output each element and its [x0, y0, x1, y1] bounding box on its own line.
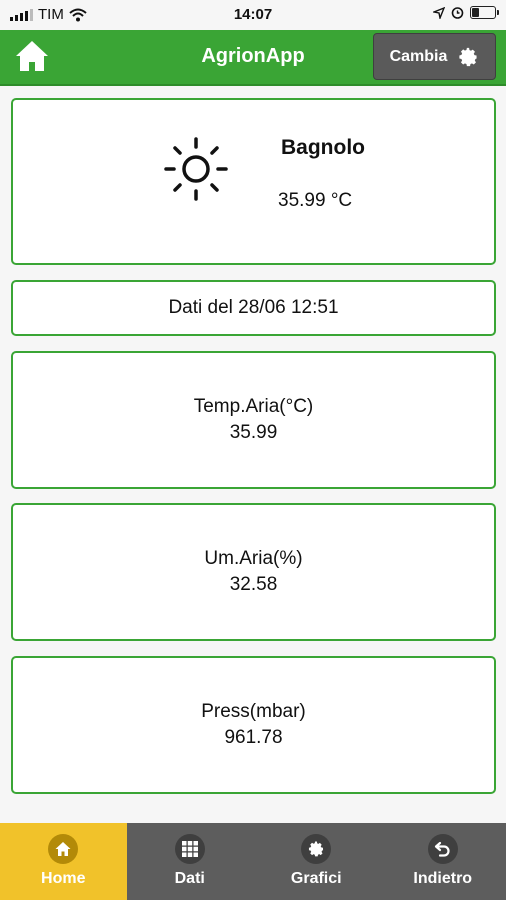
reading-card-air-temperature: Temp.Aria(°C) 35.99 — [11, 351, 496, 489]
location-name: Bagnolo — [281, 136, 365, 159]
change-location-button[interactable]: Cambia — [373, 33, 496, 80]
reading-label: Temp.Aria(°C) — [193, 396, 314, 417]
reading-value: 961.78 — [224, 727, 283, 748]
status-right — [433, 6, 499, 19]
current-temperature: 35.99 °C — [278, 190, 353, 211]
reading-value: 35.99 — [229, 422, 278, 443]
reading-card-pressure: Press(mbar) 961.78 — [11, 656, 496, 794]
weather-card: Bagnolo 35.99 °C — [11, 98, 496, 265]
gear-icon — [459, 47, 478, 66]
bottom-tab-bar: Home Dati Grafici Indietro — [0, 823, 506, 900]
reading-label: Press(mbar) — [201, 701, 306, 722]
sun-icon — [164, 137, 228, 201]
gear-icon — [301, 834, 332, 864]
grid-icon — [174, 834, 205, 864]
battery-fill — [472, 8, 479, 17]
tab-label: Home — [41, 870, 86, 887]
tab-home[interactable]: Home — [0, 823, 127, 900]
status-time: 14:07 — [233, 6, 273, 23]
reading-card-air-humidity: Um.Aria(%) 32.58 — [11, 503, 496, 641]
tab-label: Dati — [174, 870, 205, 887]
app-header: AgrionApp Cambia — [0, 30, 506, 86]
location-arrow-icon — [433, 6, 445, 19]
tab-dati[interactable]: Dati — [127, 823, 254, 900]
tab-label: Grafici — [290, 870, 342, 887]
tab-grafici[interactable]: Grafici — [253, 823, 380, 900]
status-bar: TIM 14:07 — [0, 0, 506, 30]
alarm-icon — [451, 7, 464, 19]
tab-label: Indietro — [413, 870, 473, 887]
back-arrow-icon — [427, 834, 458, 864]
home-icon — [48, 834, 79, 864]
reading-value: 32.58 — [229, 574, 278, 595]
change-button-label: Cambia — [389, 47, 448, 65]
data-timestamp-card: Dati del 28/06 12:51 — [11, 280, 496, 336]
data-timestamp: Dati del 28/06 12:51 — [168, 297, 339, 318]
reading-label: Um.Aria(%) — [204, 548, 303, 569]
tab-indietro[interactable]: Indietro — [380, 823, 506, 900]
battery-icon — [470, 6, 499, 19]
